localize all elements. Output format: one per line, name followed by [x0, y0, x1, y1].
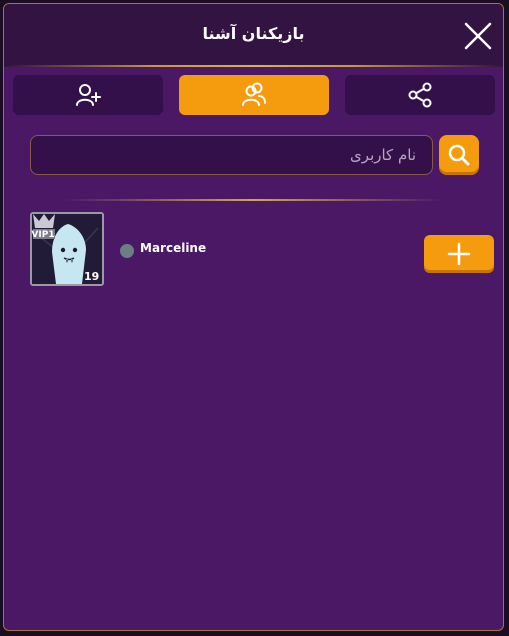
panel-title: بازیکنان آشنا	[202, 24, 305, 43]
add-friend-button[interactable]	[424, 235, 494, 273]
search-button[interactable]	[439, 135, 479, 175]
status-indicator	[120, 244, 134, 258]
plus-icon	[447, 242, 471, 266]
panel-header: بازیکنان آشنا	[4, 4, 503, 67]
crown-icon	[33, 214, 55, 239]
close-button[interactable]	[463, 21, 493, 51]
player-level: 19	[84, 270, 100, 283]
tab-add-friend[interactable]	[13, 75, 163, 115]
friends-panel: بازیکنان آشنا نام کاربری VIP1 19 Marceli…	[3, 3, 504, 631]
add-friend-icon	[76, 84, 101, 106]
player-list-item: VIP1 19 Marceline	[4, 209, 503, 289]
share-icon	[408, 82, 432, 108]
close-icon	[464, 22, 492, 50]
search-icon	[448, 144, 470, 166]
username-search-input[interactable]	[30, 135, 433, 175]
vip-badge: VIP1	[31, 230, 55, 240]
tab-friends[interactable]	[179, 75, 329, 115]
friends-group-icon	[242, 82, 266, 106]
section-divider	[64, 199, 444, 201]
tab-share[interactable]	[345, 75, 495, 115]
header-divider	[4, 65, 503, 67]
player-name[interactable]: Marceline	[140, 241, 206, 255]
